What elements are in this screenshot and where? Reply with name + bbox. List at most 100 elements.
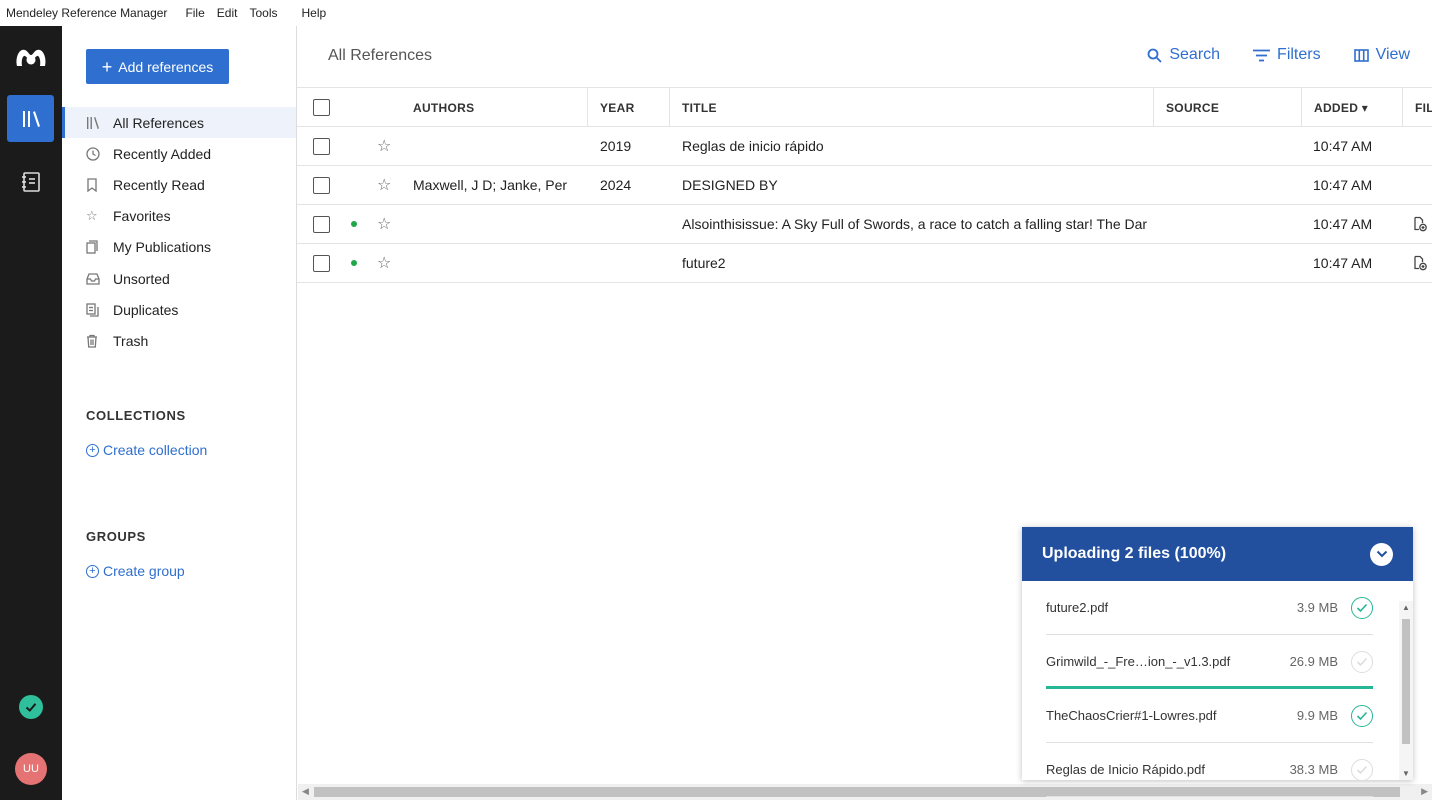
scroll-left-arrow-icon[interactable]: ◀ (302, 786, 309, 797)
column-files[interactable]: FILE (1402, 88, 1432, 127)
app-rail: UU (0, 26, 62, 800)
row-checkbox[interactable] (313, 244, 330, 282)
scroll-up-arrow-icon[interactable]: ▲ (1402, 603, 1410, 612)
scroll-right-arrow-icon[interactable]: ▶ (1421, 786, 1428, 797)
create-group-link[interactable]: + Create group (86, 563, 185, 579)
upload-list-scrollbar[interactable]: ▲ ▼ (1399, 601, 1413, 780)
star-icon: ☆ (86, 208, 98, 224)
nav-recently-read[interactable]: Recently Read (62, 169, 296, 200)
cell-authors (413, 205, 583, 243)
upload-file-size: 9.9 MB (1296, 708, 1338, 723)
filter-icon (1253, 49, 1271, 61)
nav-trash[interactable]: Trash (62, 325, 296, 356)
view-columns-icon (1353, 48, 1369, 62)
scroll-down-arrow-icon[interactable]: ▼ (1402, 769, 1410, 778)
cell-year: 2019 (600, 138, 632, 154)
mendeley-logo-icon[interactable] (13, 44, 49, 70)
upload-file-name: Grimwild_-_Fre…ion_-_v1.3.pdf (1046, 654, 1231, 669)
filters-label: Filters (1277, 46, 1321, 63)
column-year[interactable]: YEAR (587, 88, 669, 127)
cell-authors (413, 127, 583, 165)
column-authors[interactable]: AUTHORS (413, 88, 587, 127)
sync-status-icon[interactable] (19, 695, 43, 719)
cell-title: future2 (682, 255, 726, 271)
nav-unsorted[interactable]: Unsorted (62, 263, 296, 294)
nav-recently-added[interactable]: Recently Added (62, 138, 296, 169)
inbox-icon (86, 272, 113, 285)
view-button[interactable]: View (1353, 46, 1410, 64)
upload-file-name: Reglas de Inicio Rápido.pdf (1046, 762, 1205, 777)
upload-done-check-icon (1351, 704, 1373, 727)
create-collection-link[interactable]: + Create collection (86, 442, 207, 458)
nav-label: Duplicates (113, 301, 179, 318)
create-group-label: Create group (103, 563, 185, 579)
row-checkbox[interactable] (313, 205, 330, 243)
file-attached-icon[interactable] (1412, 205, 1428, 243)
nav-duplicates[interactable]: Duplicates (62, 294, 296, 325)
column-title[interactable]: TITLE (669, 88, 1153, 127)
row-checkbox[interactable] (313, 166, 330, 204)
table-row[interactable]: ☆ Alsointhisissue: A Sky Full of Swords,… (297, 205, 1432, 244)
table-row[interactable]: ☆ 2019 Reglas de inicio rápido 10:47 AM (297, 127, 1432, 166)
table-row[interactable]: ☆ future2 10:47 AM (297, 244, 1432, 283)
search-label: Search (1169, 46, 1221, 63)
user-avatar[interactable]: UU (15, 753, 47, 785)
cell-authors (413, 244, 583, 282)
search-button[interactable]: Search (1147, 46, 1220, 64)
favorite-star-icon[interactable]: ☆ (377, 127, 391, 165)
column-added[interactable]: ADDED ▾ (1301, 88, 1402, 127)
cell-source (1166, 205, 1296, 243)
cell-year: 2024 (600, 177, 632, 193)
notebook-icon[interactable] (19, 170, 43, 194)
collapse-chevron-icon[interactable] (1370, 542, 1393, 566)
filters-button[interactable]: Filters (1253, 46, 1321, 64)
nav-favorites[interactable]: ☆ Favorites (62, 201, 296, 232)
upload-title: Uploading 2 files (100%) (1042, 545, 1227, 562)
scrollbar-thumb[interactable] (1402, 619, 1410, 744)
row-checkbox[interactable] (313, 127, 330, 165)
cell-title: Alsointhisissue: A Sky Full of Swords, a… (682, 216, 1148, 232)
cell-added: 10:47 AM (1313, 255, 1373, 271)
menu-help[interactable]: Help (295, 6, 332, 20)
nav-label: Recently Read (113, 176, 205, 193)
favorite-star-icon[interactable]: ☆ (377, 205, 391, 243)
select-all-checkbox[interactable] (313, 88, 330, 127)
publication-icon (86, 240, 113, 254)
nav-label: Favorites (113, 208, 171, 225)
upload-file-list: future2.pdf 3.9 MB Grimwild_-_Fre…ion_-_… (1046, 581, 1373, 797)
upload-item: TheChaosCrier#1-Lowres.pdf 9.9 MB (1046, 689, 1373, 743)
menu-file[interactable]: File (179, 6, 210, 20)
library-nav: All References Recently Added Recently R… (62, 107, 296, 357)
upload-file-size: 3.9 MB (1296, 600, 1338, 615)
nav-label: My Publications (113, 239, 212, 256)
plus-circle-icon: + (86, 443, 99, 457)
favorite-star-icon[interactable]: ☆ (377, 244, 391, 282)
upload-item: Reglas de Inicio Rápido.pdf 38.3 MB (1046, 743, 1373, 797)
nav-my-publications[interactable]: My Publications (62, 232, 296, 263)
cell-title: DESIGNED BY (682, 177, 778, 193)
collections-heading: COLLECTIONS (86, 408, 186, 423)
trash-icon (86, 334, 113, 348)
app-name: Mendeley Reference Manager (6, 6, 168, 20)
file-attached-icon[interactable] (1412, 244, 1428, 282)
cell-authors: Maxwell, J D; Janke, Per (413, 177, 568, 193)
view-label: View (1375, 46, 1410, 63)
table-row[interactable]: ☆ Maxwell, J D; Janke, Per 2024 DESIGNED… (297, 166, 1432, 205)
add-references-label: Add references (118, 58, 214, 75)
column-source[interactable]: SOURCE (1153, 88, 1301, 127)
nav-all-references[interactable]: All References (62, 107, 296, 139)
upload-file-name: TheChaosCrier#1-Lowres.pdf (1046, 708, 1217, 723)
menu-tools[interactable]: Tools (243, 6, 283, 20)
bookmark-icon (86, 178, 113, 192)
add-references-button[interactable]: + Add references (86, 49, 229, 84)
menu-edit[interactable]: Edit (211, 6, 244, 20)
plus-circle-icon: + (86, 564, 99, 578)
upload-panel-header[interactable]: Uploading 2 files (100%) (1022, 527, 1413, 581)
plus-icon: + (101, 56, 113, 77)
upload-file-name: future2.pdf (1046, 600, 1109, 615)
search-icon (1147, 48, 1162, 63)
cell-source (1166, 244, 1296, 282)
favorite-star-icon[interactable]: ☆ (377, 166, 391, 204)
sidebar: + Add references All References Recently… (62, 26, 297, 800)
library-nav-button[interactable] (7, 95, 54, 142)
